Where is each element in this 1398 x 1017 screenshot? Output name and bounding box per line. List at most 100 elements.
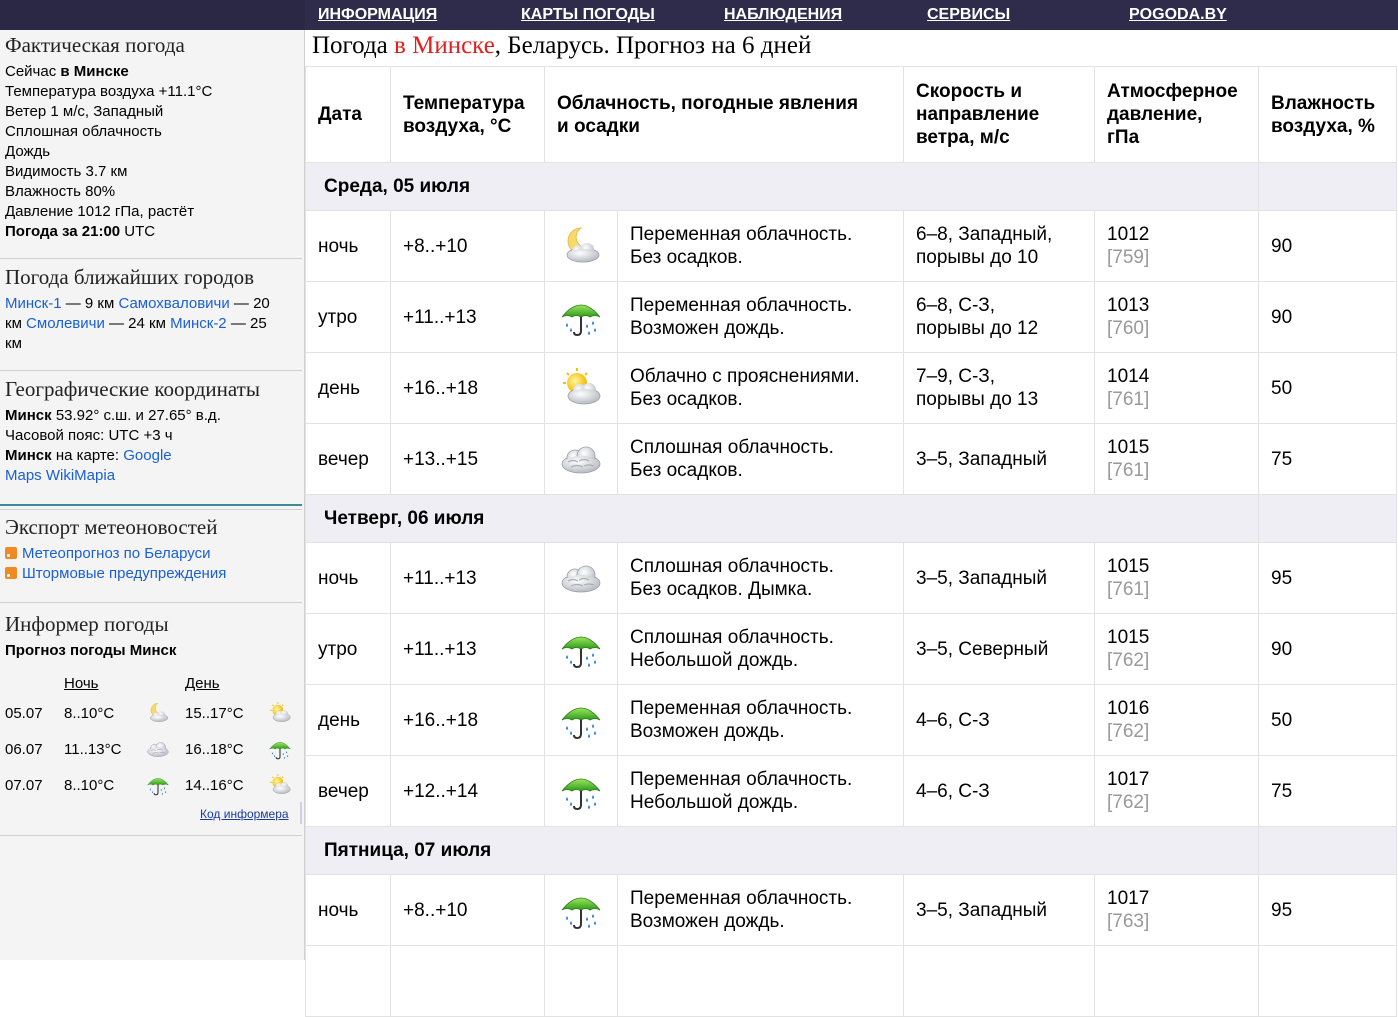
umbrella-rain-icon (559, 769, 603, 813)
table-row: утро +11..+13 Сплошная облачность. Небольшо… (305, 613, 1397, 685)
geo-block: Географические координаты Минск 53.92° с… (5, 376, 301, 486)
geo-map-line-2: Maps WikiMapia (5, 466, 301, 486)
informer-day-temp: 14..16°C (185, 777, 244, 794)
actual-now-line: Сейчас в Минске (5, 63, 129, 80)
umbrella-rain-icon (559, 627, 603, 671)
actual-temp: Температура воздуха +11.1°C (5, 83, 213, 100)
table-row: ночь +8..+10 Переменная облачность. Возможе… (305, 874, 1397, 946)
informer-header-row: Ночь День (5, 675, 301, 695)
informer-date: 07.07 (5, 777, 43, 794)
cell-pressure: 1016 [762] (1094, 684, 1259, 756)
cell-wind: 6–8, С-З, порывы до 12 (903, 281, 1095, 353)
export-item[interactable]: Штормовые предупреждения (5, 564, 301, 584)
header-clouds: Облачность, погодные явления и осадки (544, 66, 904, 163)
cell-pressure: 1017 [762] (1094, 755, 1259, 827)
cell-pressure: 1015 [762] (1094, 613, 1259, 685)
cell-period: ночь (305, 210, 391, 282)
city-link-minsk-1[interactable]: Минск-1 (5, 295, 62, 312)
actual-clouds: Сплошная облачность (5, 123, 162, 140)
cell-humidity: 75 (1258, 423, 1397, 495)
cell-wind: 7–9, С-З, порывы до 13 (903, 352, 1095, 424)
cell-desc: Сплошная облачность. Без осадков. Дымка. (617, 542, 904, 614)
nav-link-weather-maps[interactable]: КАРТЫ ПОГОДЫ (521, 6, 655, 24)
divider (0, 602, 302, 603)
cell-desc: Переменная облачность. Небольшой дождь. (617, 755, 904, 827)
forecast-body: Среда, 05 июля ночь +8..+10 Переменная обла… (305, 162, 1397, 1017)
geo-heading: Географические координаты (5, 377, 260, 401)
cell-period: ночь (305, 542, 391, 614)
header-wind: Скорость и направление ветра, м/с (903, 66, 1095, 163)
day-header-filler (1258, 494, 1397, 543)
cell-pressure: 1017 [763] (1094, 874, 1259, 946)
nav-link-services[interactable]: СЕРВИСЫ (927, 6, 1010, 24)
day-header-row: Четверг, 06 июля (305, 494, 1397, 543)
umbrella-rain-icon (559, 698, 603, 742)
cell-wind: 6–8, Западный, порывы до 10 (903, 210, 1095, 282)
actual-humidity: Влажность 80% (5, 183, 116, 200)
cell-desc: Сплошная облачность. Без осадков. (617, 423, 904, 495)
day-header-filler (1258, 162, 1397, 211)
cell-humidity: 50 (1258, 684, 1397, 756)
cell-humidity: 90 (1258, 613, 1397, 685)
cell-humidity: 95 (1258, 874, 1397, 946)
cell-period: вечер (305, 755, 391, 827)
cell-wind: 3–5, Северный (903, 613, 1095, 685)
divider (0, 509, 302, 510)
informer-row: 06.07 11..13°C 16..18°C (5, 741, 301, 765)
cell-wind: 4–6, С-З (903, 755, 1095, 827)
city-link-smolevichi[interactable]: Смолевичи (26, 315, 105, 332)
sun-cloud-icon (268, 773, 292, 797)
cell-humidity: 75 (1258, 755, 1397, 827)
informer-heading: Информер погоды (5, 612, 169, 636)
cell-temp: +11..+13 (390, 542, 545, 614)
cell-wind: 3–5, Западный (903, 542, 1095, 614)
actual-rain: Дождь (5, 143, 51, 160)
nav-link-observations[interactable]: НАБЛЮДЕНИЯ (724, 6, 842, 24)
informer-day-temp: 16..18°C (185, 741, 244, 758)
informer-code-link[interactable]: Код информера (200, 807, 289, 821)
actual-visibility: Видимость 3.7 км (5, 163, 128, 180)
informer-subtitle: Прогноз погоды Минск (5, 642, 177, 659)
cell-icon (544, 874, 618, 946)
day-header-row: Пятница, 07 июля (305, 826, 1397, 875)
cell-pressure: 1014 [761] (1094, 352, 1259, 424)
cloud-icon (146, 737, 170, 761)
city-link-samokhvalovichi[interactable]: Самохваловичи (118, 295, 229, 312)
cell-wind: 3–5, Западный (903, 423, 1095, 495)
geo-map-line: Минск на карте: Google (5, 447, 172, 464)
table-row: утро +11..+13 Переменная облачность. Возмож… (305, 281, 1397, 353)
umbrella-rain-icon (559, 295, 603, 339)
cell-temp: +16..+18 (390, 352, 545, 424)
day-label: Среда, 05 июля (305, 162, 1259, 211)
export-item[interactable]: Метеопрогноз по Беларуси (5, 544, 301, 564)
divider-teal (0, 504, 302, 506)
cell-temp: +11..+13 (390, 613, 545, 685)
nav-link-pogoda-by[interactable]: POGODA.BY (1129, 6, 1227, 24)
informer-night-temp: 11..13°C (64, 741, 122, 758)
cell-humidity: 50 (1258, 352, 1397, 424)
day-label: Четверг, 06 июля (305, 494, 1259, 543)
google-maps-link-cont[interactable]: Maps (5, 467, 42, 484)
informer-day-temp: 15..17°C (185, 705, 244, 722)
table-row: вечер +13..+15 Сплошная облачность. Без оса… (305, 423, 1397, 495)
cell-icon (544, 755, 618, 827)
cell-temp: +8..+10 (390, 874, 545, 946)
cell-desc: Переменная облачность. Без осадков. (617, 210, 904, 282)
geo-coords-line: Минск 53.92° с.ш. и 27.65° в.д. (5, 407, 221, 424)
informer-row: 05.07 8..10°C 15..17°C (5, 705, 301, 729)
header-temp: Температура воздуха, °С (390, 66, 545, 163)
cell-wind: 3–5, Западный (903, 874, 1095, 946)
cell-temp: +13..+15 (390, 423, 545, 495)
nav-link-info[interactable]: ИНФОРМАЦИЯ (318, 6, 437, 24)
umbrella-rain-icon (146, 773, 170, 797)
informer-night-temp: 8..10°C (64, 777, 115, 794)
umbrella-rain-icon (559, 888, 603, 932)
nearby-cities-block: Погода ближайших городов Минск-1 — 9 км … (5, 264, 301, 354)
cell-desc: Переменная облачность. Возможен дождь. (617, 281, 904, 353)
divider (0, 370, 302, 371)
wikimapia-link[interactable]: WikiMapia (46, 467, 115, 484)
city-link-minsk-2[interactable]: Минск-2 (170, 315, 227, 332)
actual-wind: Ветер 1 м/с, Западный (5, 103, 164, 120)
google-maps-link[interactable]: Google (123, 447, 171, 464)
divider (0, 835, 302, 836)
